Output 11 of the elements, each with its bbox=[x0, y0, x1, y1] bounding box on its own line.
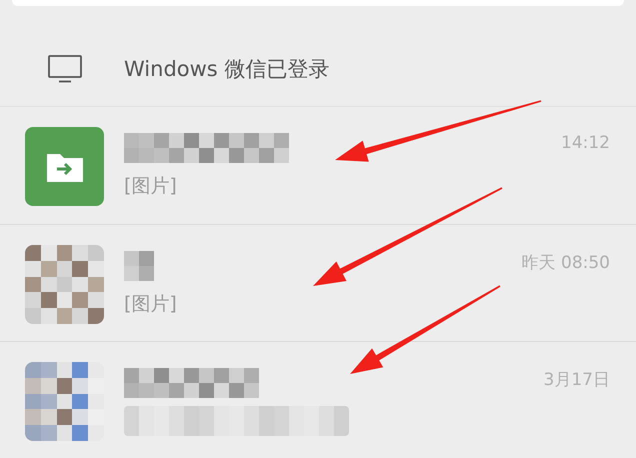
chat-item[interactable]: [图片] 14:12 bbox=[0, 107, 636, 224]
login-banner[interactable]: Windows 微信已登录 bbox=[0, 6, 636, 107]
login-status-text: Windows 微信已登录 bbox=[124, 56, 330, 83]
chat-time: 昨天 08:50 bbox=[522, 252, 611, 274]
chat-time: 14:12 bbox=[561, 132, 611, 153]
message-preview: [图片] bbox=[124, 292, 178, 317]
monitor-icon bbox=[48, 55, 82, 83]
chat-item[interactable]: 3月17日 bbox=[0, 341, 636, 458]
chat-time: 3月17日 bbox=[544, 369, 611, 391]
folder-avatar-icon bbox=[25, 127, 104, 206]
message-preview: [图片] bbox=[124, 174, 178, 199]
